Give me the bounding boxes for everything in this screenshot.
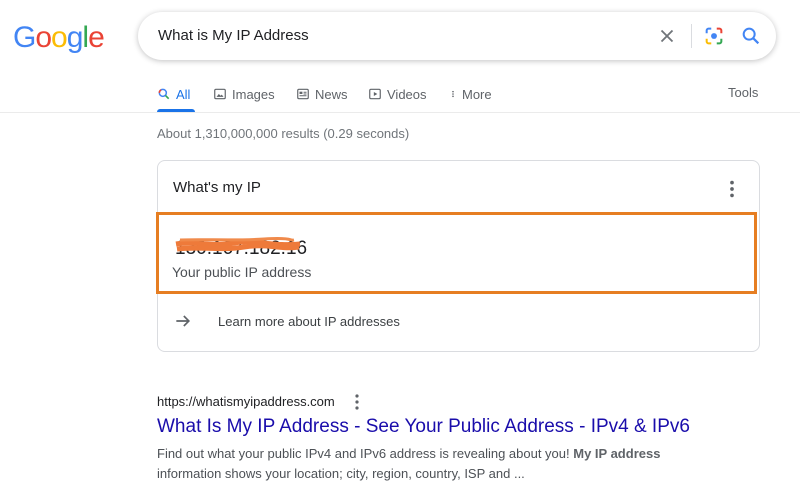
search-input[interactable]: What is My IP Address xyxy=(158,27,309,44)
search-icon[interactable] xyxy=(740,25,762,47)
more-options-icon[interactable] xyxy=(721,178,743,200)
learn-more-label: Learn more about IP addresses xyxy=(218,313,400,329)
camera-lens-icon[interactable] xyxy=(703,25,725,47)
tab-all-label: All xyxy=(176,86,191,102)
arrow-right-icon xyxy=(176,315,191,327)
search-tabs: All Images News Videos More xyxy=(157,85,757,105)
results-count: About 1,310,000,000 results (0.29 second… xyxy=(157,126,410,141)
tab-more-label: More xyxy=(462,86,492,102)
result-snippet: Find out what your public IPv4 and IPv6 … xyxy=(157,444,697,484)
snippet-bold: My IP address xyxy=(573,446,661,461)
redaction-scribble xyxy=(175,236,301,252)
image-icon xyxy=(214,88,226,100)
logo-letter: G xyxy=(13,21,36,54)
logo-letter: e xyxy=(88,21,105,54)
google-logo[interactable]: Google xyxy=(13,21,105,55)
tab-images-label: Images xyxy=(232,86,275,102)
card-title: What's my IP xyxy=(173,179,261,196)
learn-more-link[interactable]: Learn more about IP addresses xyxy=(173,311,400,331)
tools-button[interactable]: Tools xyxy=(728,85,758,100)
news-icon xyxy=(297,88,309,100)
ip-answer-card: What's my IP 130.167.182.16 Your public … xyxy=(156,160,760,352)
tab-images[interactable]: Images xyxy=(213,85,275,103)
video-icon xyxy=(369,88,381,100)
result-title-link[interactable]: What Is My IP Address - See Your Public … xyxy=(157,416,690,438)
tab-more[interactable]: More xyxy=(449,85,492,103)
ip-address-label: Your public IP address xyxy=(172,264,312,280)
search-divider xyxy=(691,24,692,48)
tab-videos-label: Videos xyxy=(387,86,427,102)
tab-all[interactable]: All xyxy=(157,85,190,103)
ip-highlight-box: 130.167.182.16 Your public IP address xyxy=(156,212,757,294)
header-divider xyxy=(0,112,800,113)
logo-letter: g xyxy=(66,21,84,54)
snippet-text: Find out what your public IPv4 and IPv6 … xyxy=(157,446,574,461)
tab-videos[interactable]: Videos xyxy=(368,85,427,103)
snippet-text: information shows your location; city, r… xyxy=(157,466,525,481)
logo-letter: o xyxy=(51,21,68,54)
tab-news[interactable]: News xyxy=(296,85,348,103)
tab-news-label: News xyxy=(315,86,348,102)
more-vert-icon xyxy=(452,90,454,98)
logo-letter: o xyxy=(35,21,52,54)
result-options-icon[interactable] xyxy=(350,393,364,411)
clear-icon[interactable] xyxy=(656,25,678,47)
search-colored-icon xyxy=(158,88,170,100)
search-bar[interactable]: What is My IP Address xyxy=(138,12,776,60)
result-url[interactable]: https://whatismyipaddress.com xyxy=(157,394,335,409)
